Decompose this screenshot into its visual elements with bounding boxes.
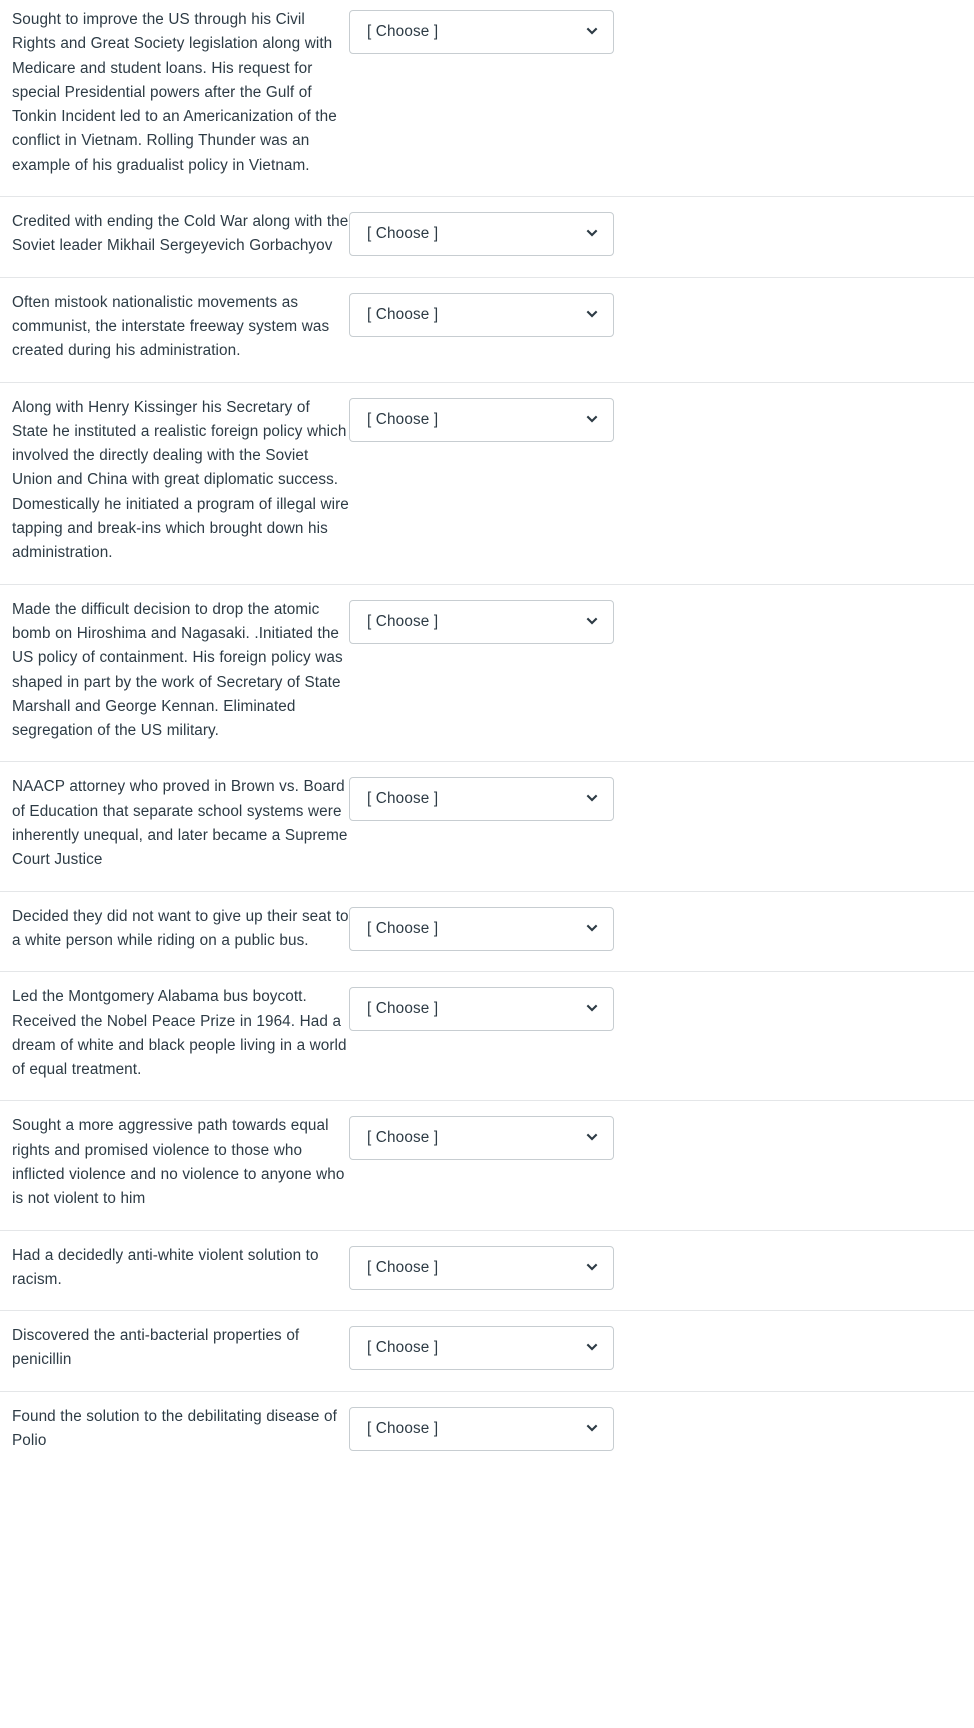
matching-row: Decided they did not want to give up the…: [0, 891, 974, 973]
select-selected-value: [ Choose ]: [367, 1258, 439, 1276]
matching-prompt-cell: Made the difficult decision to drop the …: [0, 598, 349, 744]
matching-prompt-cell: Had a decidedly anti-white violent solut…: [0, 1244, 349, 1293]
select-selected-value: [ Choose ]: [367, 305, 439, 323]
matching-prompt-text: NAACP attorney who proved in Brown vs. B…: [12, 778, 348, 869]
matching-answer-select[interactable]: [ Choose ]: [349, 987, 614, 1032]
matching-prompt-cell: Decided they did not want to give up the…: [0, 905, 349, 954]
matching-prompt-cell: Along with Henry Kissinger his Secretary…: [0, 396, 349, 566]
matching-answer-select[interactable]: [ Choose ]: [349, 212, 614, 257]
matching-prompt-cell: Sought to improve the US through his Civ…: [0, 8, 349, 178]
select-selected-value: [ Choose ]: [367, 1339, 439, 1357]
matching-prompt-text: Sought a more aggressive path towards eq…: [12, 1117, 345, 1208]
matching-answer-cell: [ Choose ]: [349, 210, 614, 257]
select-selected-value: [ Choose ]: [367, 23, 439, 40]
matching-row: Sought a more aggressive path towards eq…: [0, 1101, 974, 1231]
matching-prompt-text: Often mistook nationalistic movements as…: [12, 293, 330, 360]
chevron-down-icon: [584, 791, 600, 807]
matching-answer-cell: [ Choose ]: [349, 905, 614, 951]
matching-answer-cell: [ Choose ]: [349, 1244, 614, 1290]
matching-row: Had a decidedly anti-white violent solut…: [0, 1230, 974, 1312]
select-selected-value: [ Choose ]: [367, 1000, 439, 1018]
matching-answer-select[interactable]: [ Choose ]: [349, 10, 614, 54]
matching-row: NAACP attorney who proved in Brown vs. B…: [0, 762, 974, 892]
matching-answer-select[interactable]: [ Choose ]: [349, 906, 614, 951]
matching-row: Often mistook nationalistic movements as…: [0, 277, 974, 383]
select-selected-value: [ Choose ]: [367, 790, 439, 808]
matching-answer-cell: [ Choose ]: [349, 1114, 614, 1161]
chevron-down-icon: [584, 1260, 600, 1276]
matching-row: Credited with ending the Cold War along …: [0, 197, 974, 278]
matching-answer-select[interactable]: [ Choose ]: [349, 777, 614, 822]
matching-prompt-text: Along with Henry Kissinger his Secretary…: [12, 398, 349, 562]
matching-prompt-text: Sought to improve the US through his Civ…: [12, 11, 337, 174]
chevron-down-icon: [584, 226, 600, 242]
select-selected-value: [ Choose ]: [367, 612, 439, 630]
matching-prompt-cell: Credited with ending the Cold War along …: [0, 210, 349, 259]
matching-prompt-text: Found the solution to the debilitating d…: [12, 1407, 337, 1450]
chevron-down-icon: [584, 614, 600, 630]
matching-prompt-cell: Often mistook nationalistic movements as…: [0, 291, 349, 364]
matching-answer-select[interactable]: [ Choose ]: [349, 1245, 614, 1290]
matching-answer-cell: [ Choose ]: [349, 598, 614, 644]
matching-answer-select[interactable]: [ Choose ]: [349, 1406, 614, 1451]
chevron-down-icon: [584, 1130, 600, 1146]
matching-prompt-text: Led the Montgomery Alabama bus boycott. …: [12, 988, 347, 1079]
matching-answer-cell: [ Choose ]: [349, 8, 614, 54]
chevron-down-icon: [584, 1001, 600, 1017]
matching-question-list: Sought to improve the US through his Civ…: [0, 0, 974, 1472]
matching-prompt-text: Made the difficult decision to drop the …: [12, 600, 343, 740]
select-selected-value: [ Choose ]: [367, 410, 439, 428]
matching-answer-select[interactable]: [ Choose ]: [349, 599, 614, 644]
matching-row: Sought to improve the US through his Civ…: [0, 0, 974, 198]
matching-prompt-cell: Found the solution to the debilitating d…: [0, 1405, 349, 1454]
matching-answer-select[interactable]: [ Choose ]: [349, 1116, 614, 1161]
matching-answer-cell: [ Choose ]: [349, 775, 614, 822]
select-selected-value: [ Choose ]: [367, 1419, 439, 1437]
chevron-down-icon: [584, 412, 600, 428]
select-selected-value: [ Choose ]: [367, 1129, 439, 1147]
matching-row: Along with Henry Kissinger his Secretary…: [0, 382, 974, 585]
matching-answer-cell: [ Choose ]: [349, 985, 614, 1032]
matching-prompt-text: Credited with ending the Cold War along …: [12, 213, 349, 255]
matching-answer-select[interactable]: [ Choose ]: [349, 292, 614, 337]
matching-row: Discovered the anti-bacterial properties…: [0, 1311, 974, 1392]
matching-answer-select[interactable]: [ Choose ]: [349, 397, 614, 442]
matching-prompt-cell: Led the Montgomery Alabama bus boycott. …: [0, 985, 349, 1082]
matching-answer-cell: [ Choose ]: [349, 1405, 614, 1451]
select-selected-value: [ Choose ]: [367, 225, 439, 243]
matching-prompt-text: Had a decidedly anti-white violent solut…: [12, 1246, 319, 1288]
chevron-down-icon: [584, 921, 600, 937]
matching-row: Found the solution to the debilitating d…: [0, 1391, 974, 1472]
matching-prompt-cell: NAACP attorney who proved in Brown vs. B…: [0, 775, 349, 872]
matching-answer-cell: [ Choose ]: [349, 291, 614, 337]
matching-row: Made the difficult decision to drop the …: [0, 584, 974, 763]
matching-answer-select[interactable]: [ Choose ]: [349, 1326, 614, 1371]
chevron-down-icon: [584, 307, 600, 323]
matching-prompt-cell: Discovered the anti-bacterial properties…: [0, 1324, 349, 1373]
matching-prompt-text: Decided they did not want to give up the…: [12, 907, 349, 949]
chevron-down-icon: [584, 1340, 600, 1356]
chevron-down-icon: [584, 1421, 600, 1437]
matching-answer-cell: [ Choose ]: [349, 1324, 614, 1371]
matching-prompt-text: Discovered the anti-bacterial properties…: [12, 1327, 300, 1369]
matching-row: Led the Montgomery Alabama bus boycott. …: [0, 972, 974, 1102]
matching-prompt-cell: Sought a more aggressive path towards eq…: [0, 1114, 349, 1211]
matching-answer-cell: [ Choose ]: [349, 396, 614, 442]
chevron-down-icon: [584, 24, 600, 40]
select-selected-value: [ Choose ]: [367, 919, 439, 937]
